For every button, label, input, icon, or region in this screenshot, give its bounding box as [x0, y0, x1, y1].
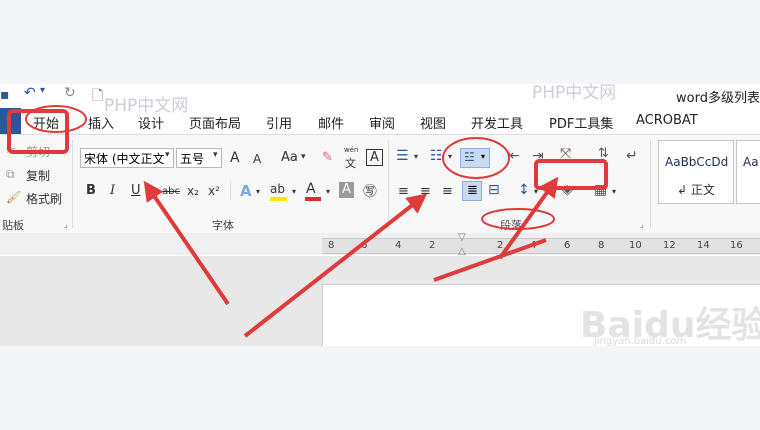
annotation-ellipse-paragraph [481, 208, 555, 230]
annotation-arrow-align [243, 193, 428, 338]
annotation-arrow-font [143, 180, 230, 306]
annotation-box-indent [534, 159, 608, 190]
annotation-arrow-shaft [433, 238, 547, 282]
screenshot-frame: ▪ ↶ ▾ ↻ 🗋 word多级列表 开始 插入 设计 页面布局 引用 邮件 审… [0, 0, 760, 430]
annotation-overlay [7, 105, 608, 338]
annotation-ellipse-multilevel [442, 137, 510, 179]
